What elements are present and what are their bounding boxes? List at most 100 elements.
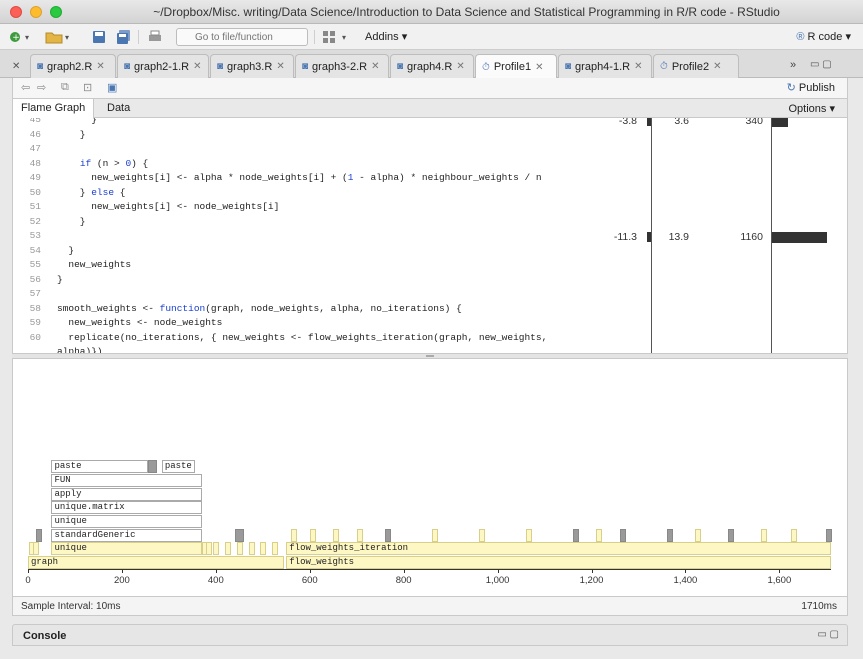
stopwatch-icon: ⏱ — [660, 61, 668, 72]
console-pane-controls[interactable]: ▭ ▢ — [817, 629, 839, 640]
flame-frame[interactable]: unique — [51, 514, 202, 528]
print-button[interactable] — [146, 28, 164, 46]
flame-frame[interactable]: apply — [51, 487, 202, 501]
flame-sample[interactable] — [431, 528, 438, 542]
more-tabs-icon[interactable]: » — [790, 59, 796, 71]
addins-menu[interactable]: Addins ▾ — [365, 30, 407, 43]
tab-graph4-r[interactable]: ◙ graph4.R ✕ — [390, 54, 474, 78]
minimize-window-button[interactable] — [30, 6, 42, 18]
line-number: 58 — [29, 302, 41, 314]
forward-arrow-icon[interactable]: ⇨ — [37, 81, 46, 94]
flame-sample[interactable] — [147, 460, 157, 474]
flame-frame[interactable]: unique — [51, 542, 202, 556]
back-arrow-icon[interactable]: ⇦ — [21, 81, 30, 94]
flame-sample[interactable] — [236, 542, 243, 556]
close-tab-icon[interactable]: ✕ — [456, 61, 464, 72]
tab-profile1[interactable]: ⏱ Profile1 ✕ — [475, 54, 557, 79]
open-project-button[interactable]: ▾ — [44, 28, 74, 46]
axis-tick — [121, 569, 123, 573]
flame-frame[interactable]: unique.matrix — [51, 501, 202, 515]
code-line: 48 if (n > 0) { — [13, 158, 847, 172]
flame-sample[interactable] — [760, 528, 767, 542]
flame-sample[interactable] — [525, 528, 532, 542]
save-all-button[interactable] — [114, 28, 134, 46]
flame-sample[interactable] — [596, 528, 603, 542]
pane-controls[interactable]: ▭ ▢ — [810, 59, 832, 70]
flame-frame[interactable]: graph — [28, 556, 284, 569]
flame-frame[interactable]: FUN — [51, 473, 202, 487]
flame-sample[interactable] — [32, 542, 39, 556]
axis-tick — [403, 569, 405, 573]
axis-tick-label: 1,600 — [767, 575, 792, 586]
zoom-icon[interactable]: ⊡ — [83, 81, 92, 94]
close-tab-icon[interactable]: ✕ — [371, 61, 379, 72]
save-button[interactable] — [90, 28, 108, 46]
project-menu[interactable]: ® R code ▾ — [796, 30, 851, 43]
flame-sample[interactable] — [260, 542, 267, 556]
tab-graph2-r[interactable]: ◙ graph2.R ✕ — [30, 54, 116, 78]
flame-sample[interactable] — [727, 528, 734, 542]
flame-sample[interactable] — [225, 542, 232, 556]
flame-sample[interactable] — [826, 528, 833, 542]
tab-profile2[interactable]: ⏱ Profile2 ✕ — [653, 54, 739, 78]
save-profile-icon[interactable]: ▣ — [107, 81, 117, 94]
flame-sample[interactable] — [206, 542, 213, 556]
flame-sample[interactable] — [478, 528, 485, 542]
window-titlebar: ~/Dropbox/Misc. writing/Data Science/Int… — [0, 0, 863, 24]
flame-frame[interactable]: paste — [161, 460, 195, 474]
flame-sample[interactable] — [36, 528, 43, 542]
axis-tick-label: 600 — [301, 575, 318, 586]
flame-frame[interactable]: flow_weights_iteration — [286, 542, 831, 556]
console-pane-header[interactable]: Console ▭ ▢ — [12, 624, 848, 646]
flame-sample[interactable] — [213, 542, 220, 556]
flame-sample[interactable] — [384, 528, 391, 542]
publish-icon: ↻ — [786, 82, 796, 94]
flame-sample[interactable] — [272, 542, 279, 556]
tab-graph3-2-r[interactable]: ◙ graph3-2.R ✕ — [295, 54, 389, 78]
flame-sample[interactable] — [666, 528, 673, 542]
close-tab-icon[interactable]: ✕ — [535, 62, 543, 73]
flame-frame[interactable]: paste — [51, 460, 148, 474]
close-tab-icon[interactable]: ✕ — [713, 61, 721, 72]
tab-flame-graph[interactable]: Flame Graph — [13, 99, 95, 118]
close-tab-icon[interactable]: ✕ — [96, 61, 104, 72]
flame-sample[interactable] — [694, 528, 701, 542]
close-tab-icon[interactable]: ✕ — [634, 61, 642, 72]
flame-sample[interactable] — [333, 528, 340, 542]
tab-data[interactable]: Data — [99, 99, 138, 118]
close-window-button[interactable] — [10, 6, 22, 18]
goto-file-input[interactable] — [176, 28, 308, 46]
options-menu[interactable]: Options ▾ — [788, 102, 835, 115]
close-tab-icon[interactable]: ✕ — [276, 61, 284, 72]
flame-sample[interactable] — [356, 528, 363, 542]
r-script-icon: ◙ — [217, 61, 224, 72]
code-line: 50 } else { — [13, 187, 847, 201]
flame-sample[interactable] — [248, 542, 255, 556]
tab-graph3-r[interactable]: ◙ graph3.R ✕ — [210, 54, 294, 78]
flame-sample[interactable] — [619, 528, 626, 542]
new-file-button[interactable]: + ▾ — [8, 28, 36, 46]
pane-layout-button[interactable]: ▾ — [320, 28, 354, 46]
flame-sample[interactable] — [309, 528, 316, 542]
line-number: 60 — [29, 331, 41, 343]
flame-sample[interactable] — [791, 528, 798, 542]
flame-frame[interactable]: standardGeneric — [51, 528, 202, 542]
open-external-icon[interactable]: ⧉ — [61, 81, 69, 94]
toolbar-separator — [138, 30, 139, 44]
window-title: ~/Dropbox/Misc. writing/Data Science/Int… — [153, 5, 780, 19]
axis-tick — [497, 569, 499, 573]
tab-graph4-1-r[interactable]: ◙ graph4-1.R ✕ — [558, 54, 652, 78]
publish-button[interactable]: ↻ Publish — [787, 81, 835, 94]
code-line: 54 } — [13, 245, 847, 259]
tab-graph2-1-r[interactable]: ◙ graph2-1.R ✕ — [117, 54, 209, 78]
flame-sample[interactable] — [572, 528, 579, 542]
flame-frame[interactable]: flow_weights — [286, 556, 831, 569]
flame-sample[interactable] — [290, 528, 297, 542]
chevron-down-icon: ▾ — [401, 31, 408, 43]
close-tab-icon[interactable]: ✕ — [193, 61, 201, 72]
zoom-window-button[interactable] — [50, 6, 62, 18]
memory-bar — [647, 118, 651, 126]
flame-sample[interactable] — [234, 528, 244, 542]
close-icon[interactable]: ✕ — [12, 61, 20, 72]
print-icon — [149, 30, 161, 41]
